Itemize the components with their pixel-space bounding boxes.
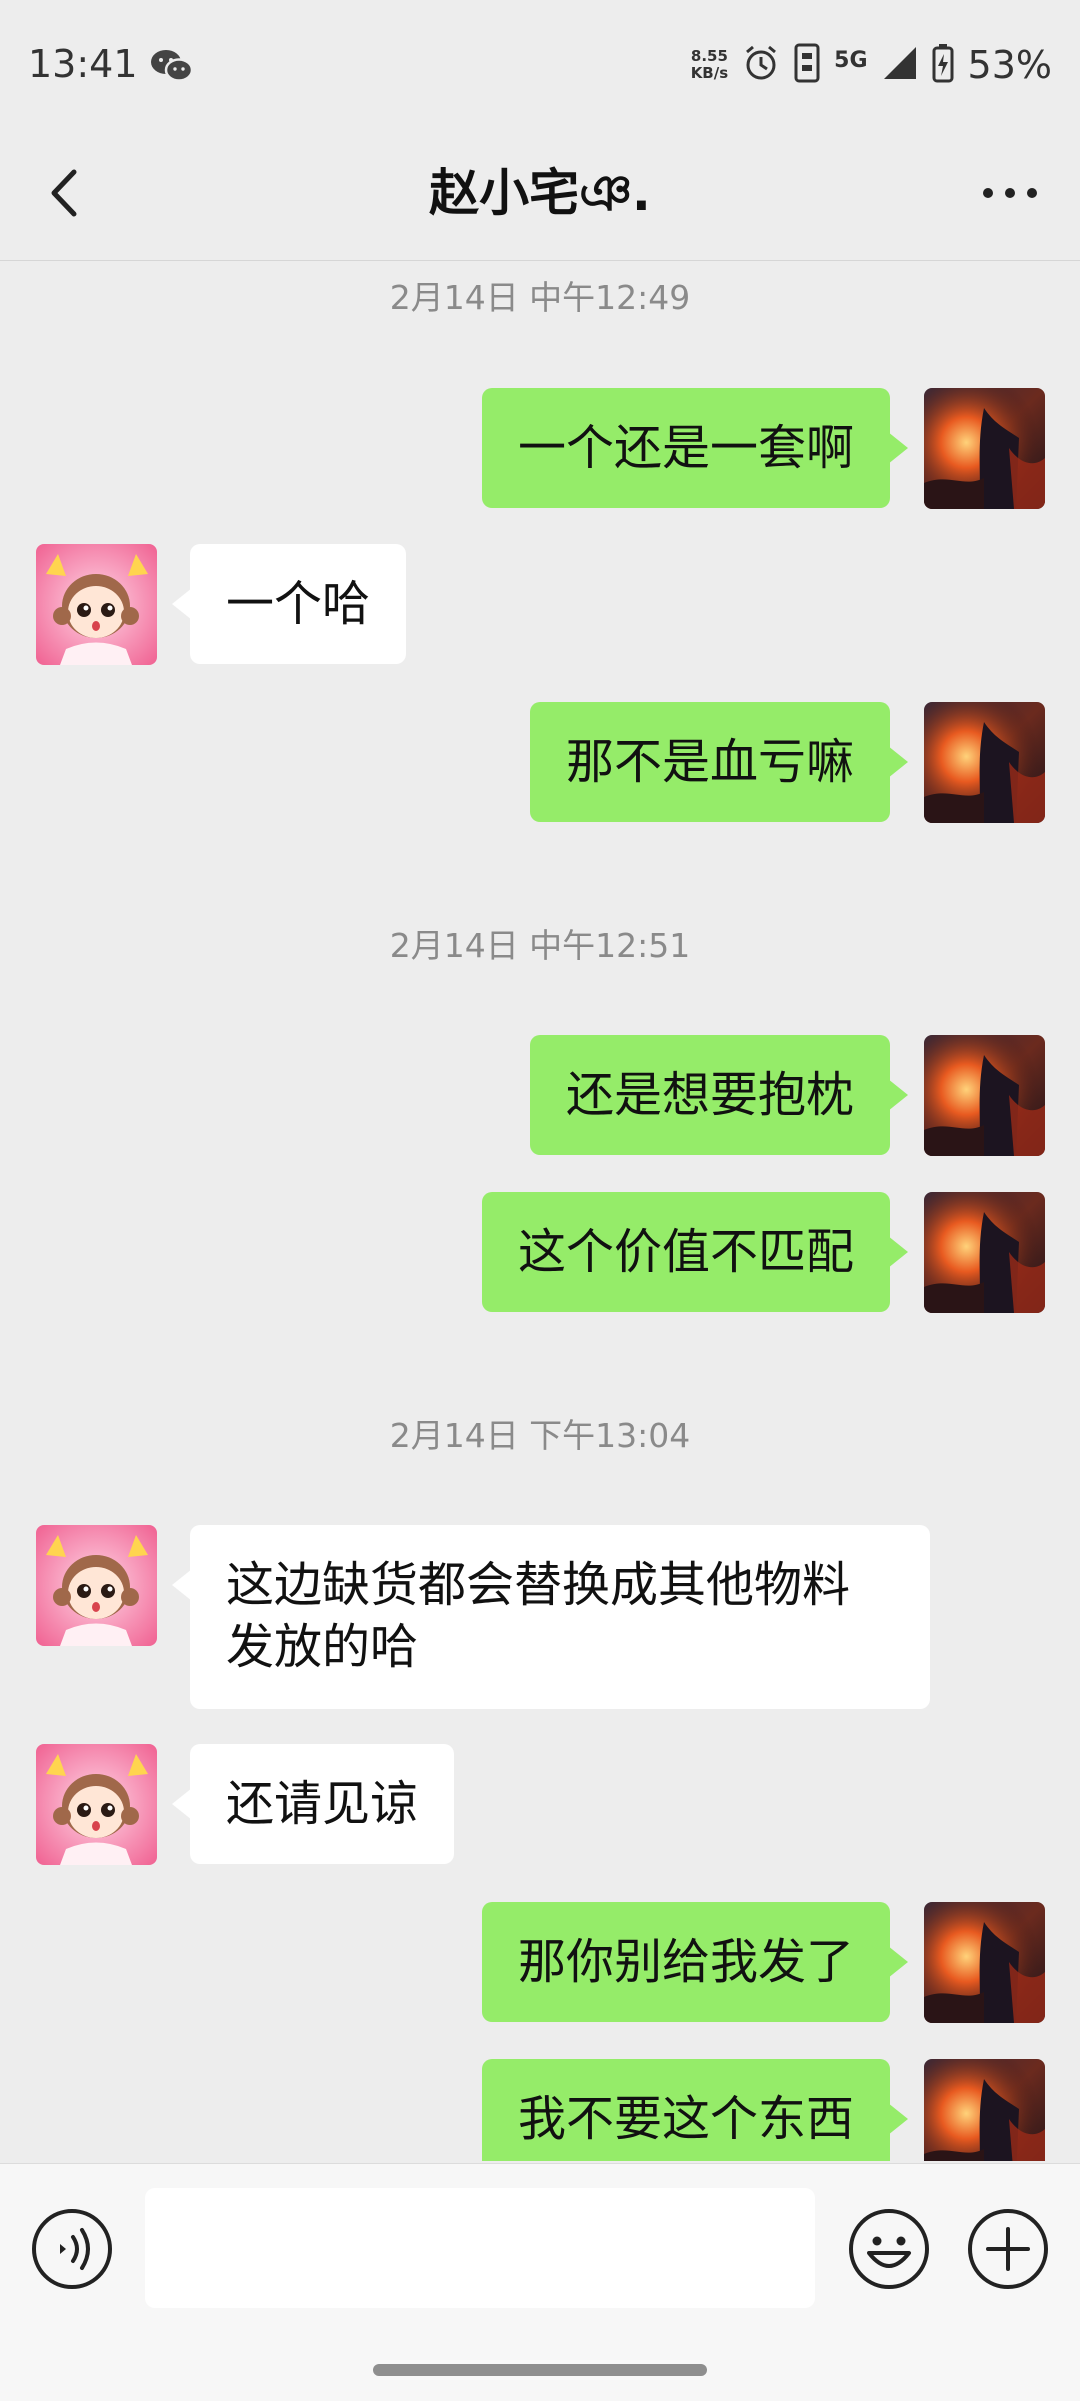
message-bubble-sent[interactable]: 一个还是一套啊	[481, 388, 909, 508]
chat-header: 赵小宅ঞ.	[0, 130, 1080, 261]
my-avatar[interactable]	[924, 2059, 1045, 2161]
chat-title: 赵小宅ঞ.	[429, 164, 651, 222]
wechat-icon	[150, 48, 194, 84]
net-speed-value: 8.55	[690, 47, 728, 65]
sim-icon	[794, 43, 820, 87]
voice-icon	[32, 2209, 112, 2289]
my-avatar[interactable]	[924, 1192, 1045, 1313]
plus-icon	[968, 2209, 1048, 2289]
message-input[interactable]	[145, 2188, 815, 2308]
timestamp: 2月14日 中午12:51	[389, 926, 691, 965]
emoji-icon	[849, 2209, 929, 2289]
signal-icon	[882, 45, 918, 85]
message-bubble-received[interactable]: 这边缺货都会替换成其他物料发放的哈	[172, 1525, 930, 1709]
status-bar: 13:41 8.55 KB/s 5G 53%	[0, 0, 1080, 130]
network-type: 5G	[834, 47, 868, 73]
message-list[interactable]: 2月14日 中午12:49 一个还是一套啊 一个哈 那不是血亏嘛 2月14日 中…	[0, 261, 1080, 2161]
voice-button[interactable]	[30, 2207, 114, 2291]
emoji-button[interactable]	[847, 2207, 931, 2291]
my-avatar[interactable]	[924, 1902, 1045, 2023]
message-bubble-sent[interactable]: 那你别给我发了	[481, 1902, 909, 2022]
more-dots-icon	[983, 188, 1037, 198]
net-speed-unit: KB/s	[690, 64, 729, 82]
message-bubble-sent[interactable]: 我不要这个东西	[481, 2059, 909, 2161]
status-indicators: 8.55 KB/s 5G 53%	[691, 40, 1052, 90]
timestamp: 2月14日 下午13:04	[389, 1416, 691, 1455]
my-avatar[interactable]	[924, 1035, 1045, 1156]
contact-avatar[interactable]	[36, 1744, 157, 1865]
battery-level: 53%	[967, 43, 1052, 87]
message-bubble-sent[interactable]: 这个价值不匹配	[481, 1192, 909, 1312]
message-bubble-sent[interactable]: 还是想要抱枕	[529, 1035, 909, 1155]
my-avatar[interactable]	[924, 702, 1045, 823]
home-indicator[interactable]	[373, 2364, 707, 2376]
more-button[interactable]	[970, 158, 1050, 228]
my-avatar[interactable]	[924, 388, 1045, 509]
input-bar	[0, 2163, 1080, 2401]
battery-charging-icon	[932, 43, 954, 87]
contact-avatar[interactable]	[36, 544, 157, 665]
message-bubble-sent[interactable]: 那不是血亏嘛	[529, 702, 909, 822]
timestamp: 2月14日 中午12:49	[389, 278, 691, 317]
net-speed: 8.55 KB/s	[691, 48, 728, 82]
status-time: 13:41	[28, 42, 138, 86]
contact-avatar[interactable]	[36, 1525, 157, 1646]
alarm-icon	[742, 44, 780, 86]
message-bubble-received[interactable]: 还请见谅	[171, 1744, 455, 1864]
more-actions-button[interactable]	[966, 2207, 1050, 2291]
message-bubble-received[interactable]: 一个哈	[171, 544, 407, 664]
